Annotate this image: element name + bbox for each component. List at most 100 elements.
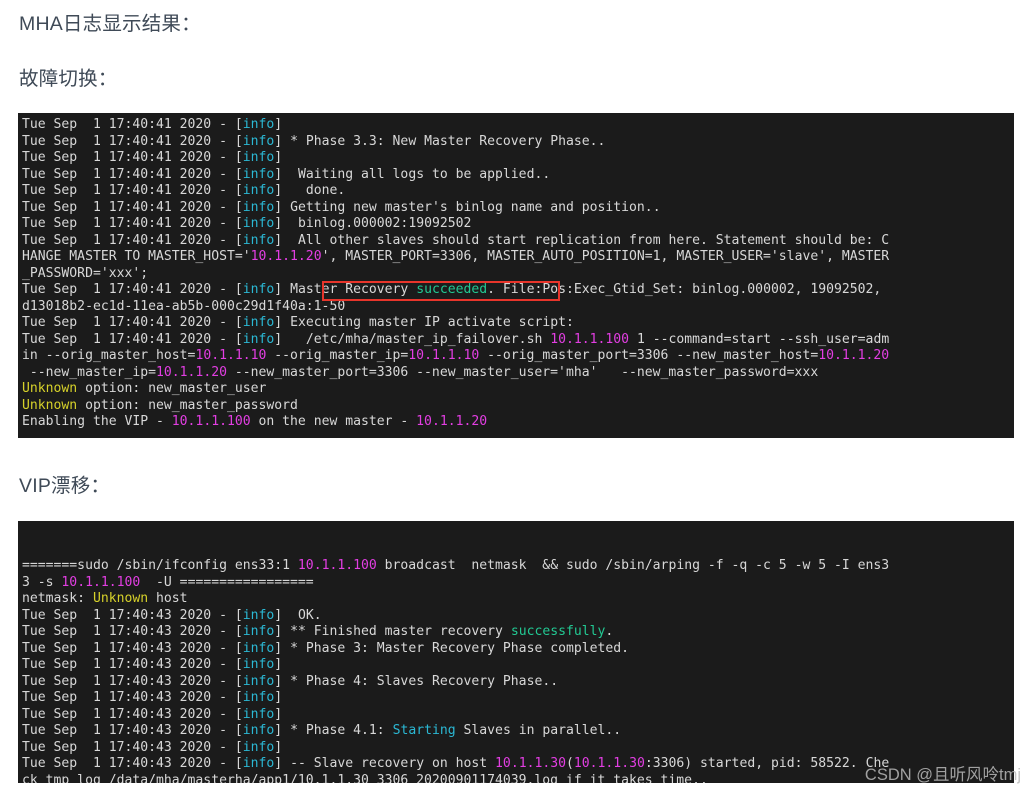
- terminal-text: ]: [274, 706, 283, 722]
- terminal-text: 10.1.1.10: [195, 348, 267, 363]
- terminal-text: All other slaves should start replicatio…: [282, 232, 890, 248]
- terminal-text: * Phase 3.3: New Master Recovery Phase..: [282, 133, 606, 149]
- terminal-text: [: [234, 282, 243, 297]
- terminal-line: in --orig_master_host=10.1.1.10 --orig_m…: [22, 348, 1014, 365]
- terminal-text: Tue Sep 1 17:40:43 2020 -: [22, 706, 235, 722]
- terminal-text: ]: [274, 282, 283, 297]
- terminal-text: info: [242, 315, 275, 330]
- terminal-line: d13018b2-ec1d-11ea-ab5b-000c29d1f40a:1-5…: [22, 299, 1014, 316]
- terminal-text: Tue Sep 1 17:40:41 2020 -: [22, 216, 235, 231]
- terminal-text: [: [234, 315, 243, 330]
- page-root: MHA日志显示结果： 故障切换： Tue Sep 1 17:40:41 2020…: [0, 0, 1029, 799]
- terminal-text: ]: [274, 673, 283, 689]
- terminal-text: -- Slave recovery on host: [282, 756, 496, 771]
- terminal-text: ]: [274, 216, 283, 231]
- terminal-text: -U =================: [140, 574, 314, 590]
- terminal-text: info: [242, 657, 275, 672]
- page-title-mha-log: MHA日志显示结果：: [19, 13, 201, 35]
- terminal-text: [: [234, 723, 243, 738]
- terminal-text: [: [234, 117, 243, 132]
- terminal-text: ', MASTER_PORT=3306, MASTER_AUTO_POSITIO…: [321, 249, 890, 264]
- terminal-text: [: [234, 216, 243, 231]
- terminal-text: [: [234, 756, 243, 771]
- terminal-text: [: [234, 183, 243, 198]
- terminal-text: Tue Sep 1 17:40:41 2020 -: [22, 232, 235, 248]
- terminal-text: info: [242, 607, 275, 623]
- terminal-text: info: [242, 183, 275, 198]
- terminal-text: 10.1.1.20: [250, 249, 322, 264]
- terminal-line: Tue Sep 1 17:40:41 2020 - [info]: [22, 150, 1014, 167]
- terminal-text: ]: [274, 232, 283, 248]
- terminal-text: Tue Sep 1 17:40:41 2020 -: [22, 166, 235, 182]
- terminal-text: Unknown: [22, 381, 78, 396]
- terminal-text: (: [566, 756, 574, 771]
- terminal-text: Slaves in parallel..: [455, 723, 622, 738]
- terminal-text: [: [234, 706, 243, 722]
- terminal-text: Tue Sep 1 17:40:41 2020 -: [22, 199, 235, 215]
- terminal-text: 10.1.1.100: [297, 558, 377, 573]
- terminal-text: [: [234, 624, 243, 639]
- terminal-text: 10.1.1.100: [550, 331, 630, 347]
- terminal-text: Tue Sep 1 17:40:43 2020 -: [22, 640, 235, 656]
- watermark-csdn: CSDN @且听风呤tmj: [864, 766, 1021, 784]
- terminal-text: 10.1.1.10: [408, 348, 480, 363]
- terminal-text: info: [242, 282, 275, 297]
- terminal-line: Tue Sep 1 17:40:41 2020 - [info] Executi…: [22, 315, 1014, 332]
- terminal-text: info: [242, 756, 275, 771]
- terminal-text: ]: [274, 331, 283, 347]
- terminal-text: Enabling the VIP -: [22, 414, 172, 429]
- terminal-line: --new_master_ip=10.1.1.20 --new_master_p…: [22, 365, 1014, 382]
- terminal-text: info: [242, 673, 275, 689]
- terminal-text: --new_master_ip=: [22, 364, 157, 380]
- terminal-text: option: new_master_password: [77, 397, 298, 413]
- terminal-text: info: [242, 150, 275, 165]
- terminal-text: host: [148, 591, 188, 606]
- terminal-text: ]: [274, 723, 283, 738]
- terminal-text: ]: [274, 150, 283, 165]
- terminal-text: --orig_master_ip=: [266, 348, 409, 363]
- terminal-text: 10.1.1.20: [818, 348, 890, 363]
- terminal-text: Tue Sep 1 17:40:41 2020 -: [22, 133, 235, 149]
- terminal-text: [: [234, 166, 243, 182]
- terminal-line: Tue Sep 1 17:40:43 2020 - [info] * Phase…: [22, 641, 1014, 658]
- terminal-line: Tue Sep 1 17:40:41 2020 - [info] done.: [22, 183, 1014, 200]
- terminal-text: Tue Sep 1 17:40:43 2020 -: [22, 756, 235, 771]
- terminal-text: Starting: [392, 723, 456, 738]
- terminal-text: Getting new master's binlog name and pos…: [282, 199, 661, 215]
- terminal-line: Tue Sep 1 17:40:41 2020 - [info]: [22, 117, 1014, 134]
- terminal-text: Tue Sep 1 17:40:41 2020 -: [22, 117, 235, 132]
- terminal-text: Tue Sep 1 17:40:43 2020 -: [22, 673, 235, 689]
- terminal-text: done.: [282, 183, 346, 198]
- terminal-text: Tue Sep 1 17:40:43 2020 -: [22, 739, 235, 755]
- terminal-text: ]: [274, 607, 283, 623]
- terminal-line: Unknown option: new_master_user: [22, 381, 1014, 398]
- terminal-text: [: [234, 331, 243, 347]
- terminal-text: ]: [274, 657, 283, 672]
- terminal-text: Unknown: [92, 591, 149, 606]
- terminal-text: Executing master IP activate script:: [282, 315, 574, 330]
- terminal-text: 10.1.1.30: [495, 756, 566, 771]
- terminal-text: OK.: [282, 607, 322, 623]
- terminal-text: Master Recovery: [282, 282, 417, 297]
- terminal-text: successfully: [510, 624, 606, 639]
- terminal-text: info: [242, 706, 275, 722]
- terminal-vip-drift-log[interactable]: =======sudo /sbin/ifconfig ens33:1 10.1.…: [18, 521, 1014, 783]
- terminal-text: info: [242, 640, 275, 656]
- terminal-failover-log[interactable]: Tue Sep 1 17:40:41 2020 - [info] Tue Sep …: [18, 113, 1014, 438]
- terminal-text: [: [234, 657, 243, 672]
- terminal-text: ]: [274, 756, 283, 771]
- terminal-line: Tue Sep 1 17:40:43 2020 - [info]: [22, 657, 1014, 674]
- terminal-text: succeeded: [416, 282, 488, 297]
- terminal-text: info: [242, 166, 275, 182]
- terminal-text: in --orig_master_host=: [22, 348, 196, 363]
- terminal-text: 10.1.1.100: [61, 574, 141, 590]
- terminal-line: Tue Sep 1 17:40:41 2020 - [info] binlog.…: [22, 216, 1014, 233]
- terminal-line: Tue Sep 1 17:40:41 2020 - [info] * Phase…: [22, 134, 1014, 151]
- terminal-text: 10.1.1.100: [171, 414, 251, 429]
- terminal-line: Tue Sep 1 17:40:43 2020 - [info] * Phase…: [22, 723, 1014, 740]
- terminal-text: Unknown: [22, 397, 78, 413]
- terminal-text: Tue Sep 1 17:40:41 2020 -: [22, 183, 235, 198]
- terminal-text: [: [234, 673, 243, 689]
- terminal-text: Tue Sep 1 17:40:41 2020 -: [22, 282, 235, 297]
- terminal-line: HANGE MASTER TO MASTER_HOST='10.1.1.20',…: [22, 249, 1014, 266]
